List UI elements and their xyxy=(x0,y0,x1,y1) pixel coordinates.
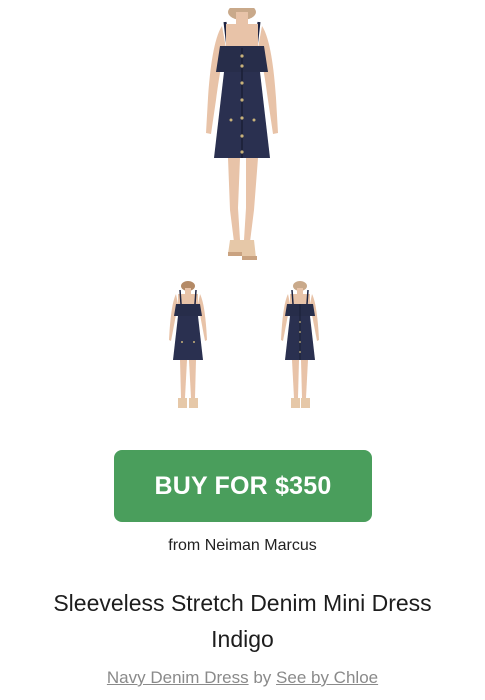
category-brand-line: Navy Denim Dress by See by Chloe xyxy=(0,668,485,688)
main-product-image xyxy=(162,8,322,280)
product-title: Sleeveless Stretch Denim Mini Dress Indi… xyxy=(53,590,432,652)
thumbnail-gallery xyxy=(0,280,485,422)
retailer-text: from Neiman Marcus xyxy=(168,537,317,554)
by-text: by xyxy=(253,668,272,687)
thumbnail-back-view[interactable] xyxy=(158,280,218,422)
dress-back-photo xyxy=(169,281,207,408)
category-link[interactable]: Navy Denim Dress xyxy=(107,668,249,687)
dress-front-photo xyxy=(281,281,319,408)
buy-button[interactable]: BUY FOR $350 xyxy=(114,450,372,522)
dress-main-photo xyxy=(206,8,278,260)
brand-link[interactable]: See by Chloe xyxy=(276,668,378,687)
thumbnail-front-view[interactable] xyxy=(270,280,330,422)
